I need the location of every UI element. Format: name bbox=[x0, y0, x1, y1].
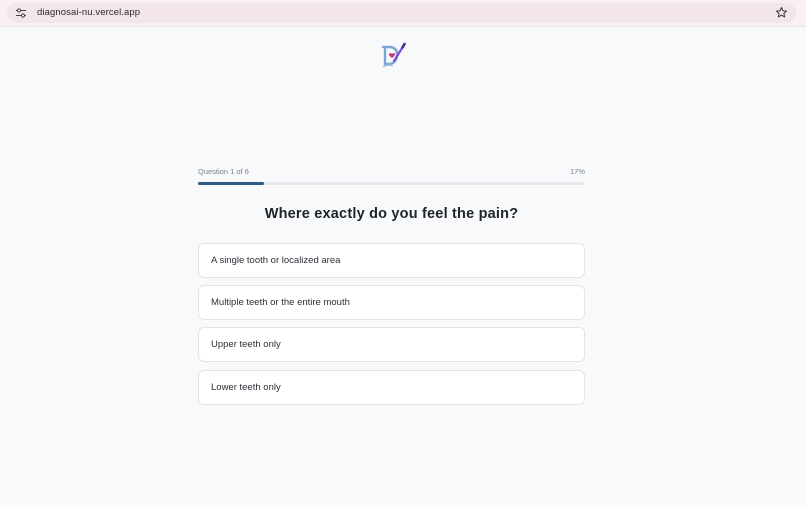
progress-bar bbox=[198, 182, 585, 185]
question-counter: Question 1 of 6 bbox=[198, 167, 249, 176]
answer-option[interactable]: Lower teeth only bbox=[198, 370, 585, 405]
answer-option[interactable]: A single tooth or localized area bbox=[198, 243, 585, 278]
progress-bar-fill bbox=[198, 182, 264, 185]
question-title: Where exactly do you feel the pain? bbox=[264, 206, 519, 222]
answer-option-label: A single tooth or localized area bbox=[211, 255, 341, 266]
site-settings-icon[interactable] bbox=[15, 7, 27, 19]
progress-percent: 17% bbox=[569, 167, 585, 176]
answer-option[interactable]: Multiple teeth or the entire mouth bbox=[198, 285, 585, 320]
browser-toolbar: diagnosai-nu.vercel.app bbox=[0, 0, 806, 27]
answer-option-label: Multiple teeth or the entire mouth bbox=[211, 297, 350, 308]
diagnosai-logo bbox=[381, 42, 406, 68]
url-text[interactable]: diagnosai-nu.vercel.app bbox=[37, 7, 140, 19]
answer-option[interactable]: Upper teeth only bbox=[198, 327, 585, 362]
address-bar[interactable]: diagnosai-nu.vercel.app bbox=[7, 3, 796, 23]
answer-option-label: Upper teeth only bbox=[211, 339, 281, 350]
answer-option-label: Lower teeth only bbox=[211, 382, 281, 393]
star-icon[interactable] bbox=[775, 6, 788, 19]
progress-header: Question 1 of 6 17% bbox=[198, 164, 585, 176]
quiz-card: Question 1 of 6 17% Where exactly do you… bbox=[198, 164, 585, 405]
